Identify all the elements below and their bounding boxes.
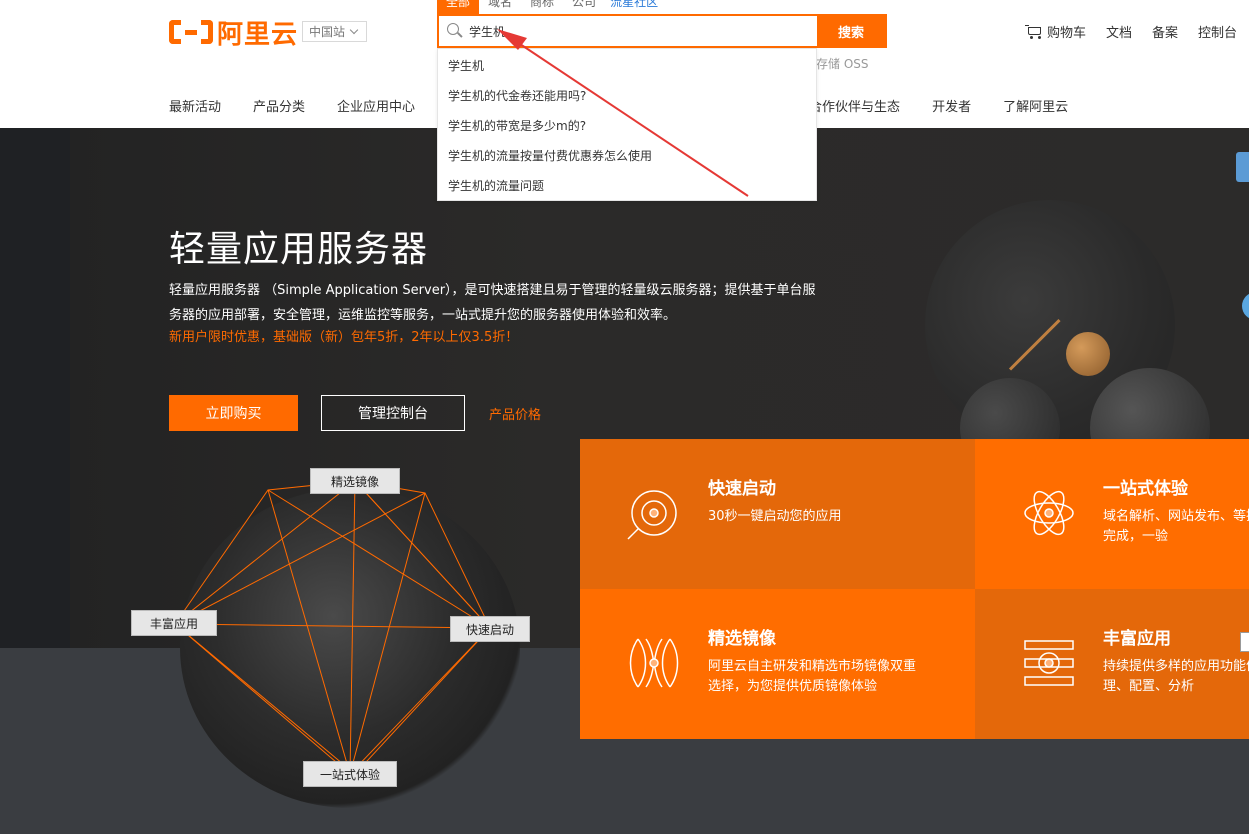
search-input-wrap [439,16,817,46]
decorative-ball [1066,332,1110,376]
hot-keyword[interactable]: 存储 OSS [816,55,869,72]
feature-desc: 持续提供多样的应用功能便捷地管理、配置、分析 [1103,659,1249,694]
diagram-label-mirror: 精选镜像 [310,468,400,494]
feature-card: 精选镜像 阿里云自主研发和精选市场镜像双重选择，为您提供优质镜像体验 [580,589,975,739]
cart-label: 购物车 [1046,26,1086,41]
feature-desc: 阿里云自主研发和精选市场镜像双重选择，为您提供优质镜像体验 [708,659,917,694]
search-tabs: 全部 域名 商标 公司 流星社区 [437,0,667,14]
target-icon [627,490,677,540]
side-feedback-tab[interactable] [1240,632,1249,652]
feature-card: 快速启动 30秒一键启动您的应用 [580,439,975,589]
search-box: 搜索 [437,14,887,48]
suggestion-item[interactable]: 学生机的流量问题 [438,171,816,201]
diagram-label-onestop: 一站式体验 [303,761,397,787]
feature-card: 丰富应用 持续提供多样的应用功能便捷地管理、配置、分析 [975,589,1249,739]
diagram-label-apps: 丰富应用 [131,610,217,636]
suggestion-item[interactable]: 学生机的流量按量付费优惠券怎么使用 [438,141,816,171]
top-right-nav: 购物车 文档 备案 控制台 [1005,22,1237,41]
search-tab-trademark[interactable]: 商标 [521,0,563,14]
cart-link[interactable]: 购物车 [1024,22,1086,41]
cart-icon [1024,24,1043,40]
diagram-lines [174,480,491,775]
beian-link[interactable]: 备案 [1152,22,1178,41]
feature-diagram: 精选镜像 丰富应用 快速启动 一站式体验 [0,128,600,834]
search-icon [447,23,463,39]
search-tab-company[interactable]: 公司 [563,0,605,14]
chevron-down-icon [349,25,359,34]
feature-title: 快速启动 [708,479,776,499]
nav-developers[interactable]: 开发者 [932,96,971,115]
docs-link[interactable]: 文档 [1106,22,1132,41]
nav-enterprise-apps[interactable]: 企业应用中心 [337,96,415,115]
features-grid: 快速启动 30秒一键启动您的应用 一站式体验 域名解析、网站发布、等操作单界面完… [580,439,1249,739]
feature-title: 丰富应用 [1103,629,1171,649]
search-tab-domain[interactable]: 域名 [479,0,521,14]
site-selector[interactable]: 中国站 [302,21,367,42]
feature-desc: 域名解析、网站发布、等操作单界面完成，一验 [1103,509,1249,544]
search-suggestions: 学生机 学生机的代金卷还能用吗? 学生机的带宽是多少m的? 学生机的流量按量付费… [437,48,817,201]
nav-products[interactable]: 产品分类 [253,96,305,115]
hero-section: 轻量应用服务器 轻量应用服务器 （Simple Application Serv… [0,128,1249,834]
atom-icon [1024,490,1074,536]
feature-desc: 30秒一键启动您的应用 [708,509,842,524]
feature-card: 一站式体验 域名解析、网站发布、等操作单界面完成，一验 [975,439,1249,589]
logo-text: 阿里云 [217,19,299,50]
feature-title: 精选镜像 [708,629,776,649]
search-input[interactable] [469,24,789,38]
nav-latest-activity[interactable]: 最新活动 [169,96,221,115]
side-float-widget[interactable] [1236,152,1249,182]
aliyun-logo[interactable]: 阿里云 [169,16,299,50]
suggestion-item[interactable]: 学生机 [438,51,816,81]
suggestion-item[interactable]: 学生机的带宽是多少m的? [438,111,816,141]
console-link[interactable]: 控制台 [1198,22,1237,41]
nav-partners[interactable]: 合作伙伴与生态 [809,96,900,115]
site-selector-label: 中国站 [309,25,346,39]
layers-icon [1024,640,1074,686]
aliyun-logo-icon [169,18,213,46]
site-header: 阿里云 中国站 全部 域名 商标 公司 流星社区 搜索 存储 OSS 学生机 学… [0,0,1249,201]
diagram-label-quickstart: 快速启动 [450,616,530,642]
nav-about[interactable]: 了解阿里云 [1003,96,1068,115]
mirror-icon [629,638,679,688]
feature-title: 一站式体验 [1103,479,1188,499]
search-tab-community[interactable]: 流星社区 [601,0,667,14]
search-button[interactable]: 搜索 [817,16,885,46]
search-tab-all[interactable]: 全部 [437,0,480,14]
suggestion-item[interactable]: 学生机的代金卷还能用吗? [438,81,816,111]
